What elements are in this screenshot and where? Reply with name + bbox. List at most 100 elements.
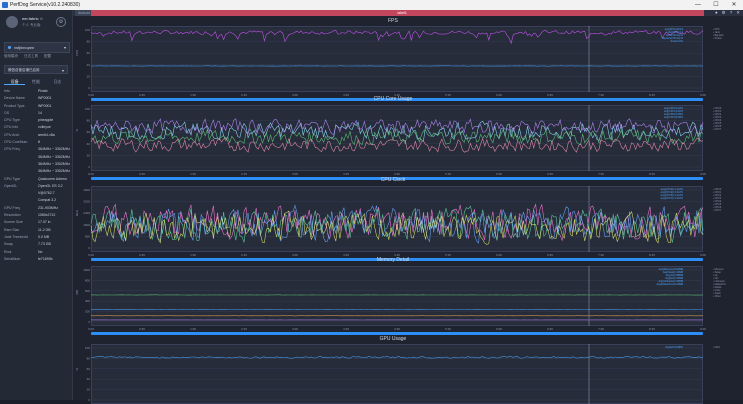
info-row: V@0762.7 [4,190,70,197]
info-value: 364MHz ~ 3302MHz [38,161,70,168]
app-icon [2,2,8,8]
gear-icon[interactable]: ⚙ [722,10,726,16]
y-tick-label: 1000 [83,268,90,272]
series-legend: ▪ FPS▪ Jank▪ BigJank▪ Stutter [713,28,743,40]
info-key: Info [4,88,38,95]
plot-area[interactable]: 100806040200 [91,344,703,404]
main-area: Android label1 ● ⚙ ? ✕ FPSFPS10080604020… [73,10,743,400]
tab-device[interactable]: 设备 [4,78,25,85]
chart-title: CPU Clock [73,177,713,183]
nav-item-config[interactable]: 配置 [44,54,51,60]
plot-area[interactable]: 400032002400160080000:000:451:302:153:00… [91,186,703,252]
nav-item-modules[interactable]: 使用模块 [4,54,18,60]
info-value: No [38,249,70,256]
x-tick-label: 1:30 [190,172,196,176]
info-row: CPU CoreNum8 [4,139,70,146]
series-line [91,121,703,140]
info-key [4,168,38,175]
info-row: 364MHz ~ 3302MHz [4,161,70,168]
info-key: OpenGL [4,183,38,190]
series-legend-item[interactable]: ▪ Other [713,295,743,298]
info-value: 0.0 MB [38,234,70,241]
app-name: 微信自营店铺已启用 [8,68,40,72]
y-tick-label: 100 [85,107,90,111]
x-tick-label: 3:00 [292,327,298,331]
help-icon[interactable]: ? [730,10,733,16]
plot-area[interactable]: 1008060402000:000:451:302:153:003:454:30… [91,105,703,171]
series-legend-item[interactable]: ▪ GPU [713,346,743,349]
device-selector[interactable]: vsfjinnopen ▾ [4,42,70,53]
x-tick-label: 3:45 [343,172,349,176]
info-row: 364MHz ~ 3302MHz [4,168,70,175]
y-tick-label: 40 [87,377,91,381]
y-tick-label: 2400 [83,211,90,215]
close-button[interactable]: ✕ [725,0,743,10]
info-value: 364MHz ~ 3302MHz [38,146,70,153]
info-row: SerialNumfe71890b [4,256,70,263]
series-legend: ▪ CPU0▪ CPU1▪ CPU2▪ CPU3▪ CPU4▪ CPU5▪ CP… [713,188,743,212]
user-name: eer.fabric ☆ [22,16,43,21]
x-tick-label: 4:30 [394,172,400,176]
timeline-scrollbar[interactable] [91,332,703,335]
tab-performance[interactable]: 性能 [25,78,46,85]
info-key: GPU Freq [4,205,38,212]
nav-item-logs[interactable]: 日志工具 [24,54,38,60]
close-icon[interactable]: ✕ [736,10,740,16]
window-titlebar: PerfDog Service(v10.2.240830) — ☐ ✕ [0,0,743,10]
label-bar[interactable]: label1 [91,10,704,16]
plot-area[interactable]: 100080060040020000:000:451:302:153:003:4… [91,266,703,326]
tab-log[interactable]: 日志 [47,78,68,85]
user-plan: 个人 专业版 [22,23,40,28]
info-key: CPU Freq [4,146,38,153]
series-legend-item[interactable]: ▪ Stutter [713,37,743,40]
info-row: Resolution1080x2712 [4,212,70,219]
chart-title: Memory Detail [73,257,713,263]
settings-icon[interactable]: ⚙ [56,17,66,27]
plot-area[interactable]: 1008060402000:000:451:302:153:003:454:30… [91,26,703,92]
series-legend-item[interactable]: ▪ CPU7 [713,128,743,131]
x-tick-label: 3:00 [292,172,298,176]
info-row: Swap7.73 GB [4,241,70,248]
device-status-icon [8,46,11,49]
y-tick-label: 60 [87,367,91,371]
y-tick-label: 600 [85,289,90,293]
y-tick-label: 100 [85,346,90,350]
info-row: CPU Freq364MHz ~ 3302MHz [4,146,70,153]
y-axis-label: % [75,129,79,132]
y-axis-label: MB [75,290,79,295]
info-key: CPU Info [4,124,38,131]
info-value: OpenGL ES 3.2 [38,183,70,190]
maximize-button[interactable]: ☐ [707,0,725,10]
info-value: WP0001 [38,103,70,110]
chart-svg: 1008060402000:000:451:302:153:003:454:30… [91,105,703,171]
y-tick-label: 0 [88,86,90,90]
info-value: 364MHz ~ 3302MHz [38,154,70,161]
label-text: label1 [398,10,407,16]
y-tick-label: 80 [87,40,91,44]
series-legend: ▪ Memory▪ Swap▪ GL▪ Gfx▪ Unknown▪ Native… [713,268,743,298]
avatar[interactable] [6,16,18,28]
y-tick-label: 1600 [83,223,90,227]
info-key: Product Type [4,103,38,110]
x-tick-label: 2:15 [241,327,247,331]
info-value: 364MHz ~ 3302MHz [38,168,70,175]
x-tick-label: 7:30 [598,327,604,331]
info-row: Screen Size17.37 in [4,219,70,226]
stats-legend-item: Stutter=0% [662,40,683,43]
chart-title: CPU Core Usage [73,96,713,102]
info-key [4,197,38,204]
record-icon[interactable]: ● [715,10,718,16]
x-tick-label: 1:30 [190,327,196,331]
x-tick-label: 6:00 [496,327,502,331]
y-tick-label: 20 [87,388,91,392]
series-legend-item[interactable]: ▪ CPU7 [713,209,743,212]
minimize-button[interactable]: — [689,0,707,10]
stats-legend: Avg(FPS)=119.8Var(FPS)=1.2Jank(/10min)=0… [683,28,704,43]
stats-legend: Avg(GPU)=88% [683,346,701,349]
app-selector[interactable]: 微信自营店铺已启用 ▾ [4,65,68,74]
stats-legend-item: Avg(CPU3)=38% [664,116,683,119]
info-value: 1080x2712 [38,212,70,219]
info-key: OS [4,110,38,117]
x-tick-label: 8:15 [649,172,655,176]
info-row: Compat 3.2 [4,197,70,204]
